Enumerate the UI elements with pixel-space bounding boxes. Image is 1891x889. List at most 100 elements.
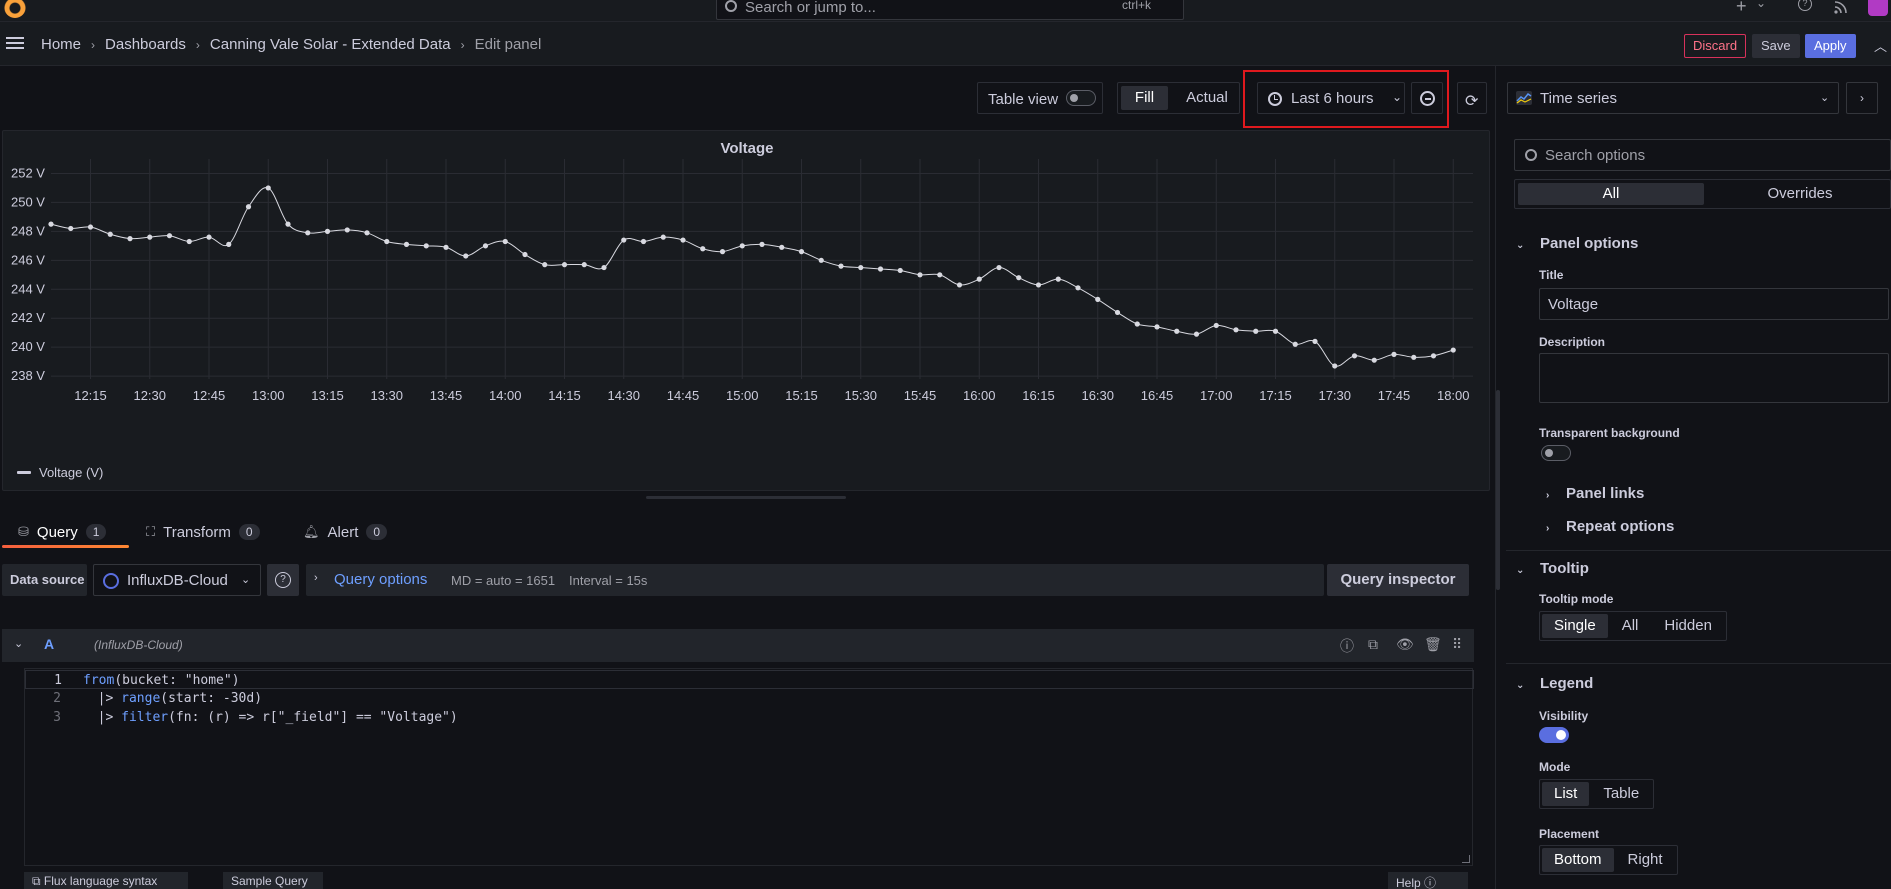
legend-placement-bottom[interactable]: Bottom xyxy=(1542,848,1614,872)
chevron-down-icon[interactable]: ⌄ xyxy=(1756,0,1766,10)
tab-transform[interactable]: ⛶ Transform 0 xyxy=(146,515,260,549)
avatar[interactable] xyxy=(1868,0,1888,16)
data-point xyxy=(838,263,844,269)
repeat-options-header[interactable]: › Repeat options xyxy=(1546,518,1674,535)
chevron-up-icon[interactable]: ︿ xyxy=(1874,36,1887,55)
data-point xyxy=(265,185,271,191)
data-point xyxy=(87,224,94,230)
data-point xyxy=(858,264,864,271)
title-input[interactable]: Voltage xyxy=(1539,288,1889,320)
code-line[interactable]: 2 |> range(start: -30d) xyxy=(25,689,1474,708)
code-text: from(bucket: "home") xyxy=(83,671,240,690)
drag-handle-icon[interactable]: ⠿ xyxy=(1452,636,1462,653)
actual-button[interactable]: Actual xyxy=(1180,86,1234,110)
tooltip-mode-single[interactable]: Single xyxy=(1542,614,1608,638)
grafana-logo-icon[interactable] xyxy=(4,0,26,18)
data-point xyxy=(1411,354,1417,360)
search-input[interactable]: Search or jump to... ctrl+k xyxy=(716,0,1184,20)
visualization-name: Time series xyxy=(1540,90,1617,107)
panel-links-header[interactable]: › Panel links xyxy=(1546,485,1644,502)
chevron-down-icon: ⌄ xyxy=(1516,240,1525,251)
query-datasource: (InfluxDB-Cloud) xyxy=(94,638,183,652)
legend-header[interactable]: ⌄ Legend xyxy=(1516,675,1593,692)
data-point xyxy=(1075,285,1081,291)
data-point xyxy=(403,241,410,247)
query-options[interactable]: › Query options MD = auto = 1651 Interva… xyxy=(306,564,1324,596)
help-icon[interactable]: ⓘ xyxy=(1340,636,1354,656)
data-point xyxy=(186,238,192,245)
breadcrumb-dashboard[interactable]: Canning Vale Solar - Extended Data xyxy=(210,36,451,53)
x-tick-label: 14:30 xyxy=(607,388,640,403)
tooltip-mode-hidden[interactable]: Hidden xyxy=(1652,614,1724,638)
y-tick-label: 238 V xyxy=(11,368,45,383)
duplicate-icon[interactable]: ⧉ xyxy=(1368,636,1378,653)
y-tick-label: 252 V xyxy=(11,165,45,180)
transparent-background-label: Transparent background xyxy=(1539,426,1680,440)
table-view-switch[interactable] xyxy=(1066,90,1096,106)
help-icon[interactable]: ? xyxy=(1798,0,1812,11)
data-point xyxy=(285,221,291,227)
plus-icon[interactable]: + xyxy=(1736,0,1747,17)
query-inspector-button[interactable]: Query inspector xyxy=(1327,564,1469,596)
flux-syntax-link[interactable]: ⧉ Flux language syntax xyxy=(24,872,188,889)
tooltip-mode-all[interactable]: All xyxy=(1610,614,1651,638)
query-code-editor[interactable]: 1 from(bucket: "home") 2 |> range(start:… xyxy=(24,668,1474,866)
rss-icon[interactable] xyxy=(1834,0,1848,14)
description-input[interactable] xyxy=(1539,353,1889,403)
tab-overrides[interactable]: Overrides xyxy=(1710,183,1890,205)
refresh-button[interactable]: ⟳ xyxy=(1457,82,1487,114)
line-number: 3 xyxy=(53,710,61,725)
resize-handle-icon[interactable] xyxy=(1462,855,1470,863)
data-point xyxy=(1193,331,1200,337)
chart-legend[interactable]: Voltage (V) xyxy=(17,465,103,480)
breadcrumb-home[interactable]: Home xyxy=(41,36,81,53)
section-divider xyxy=(1506,663,1891,664)
tab-query-count: 1 xyxy=(85,524,107,540)
help-button[interactable]: Help ⓘ xyxy=(1388,872,1468,889)
x-tick-label: 14:45 xyxy=(667,388,700,403)
voltage-chart[interactable]: 252 V 250 V 248 V 246 V 244 V 242 V 240 V 238 V… xyxy=(3,131,1489,461)
y-tick-label: 248 V xyxy=(11,223,45,238)
save-button[interactable]: Save xyxy=(1752,34,1800,58)
panel-options-header[interactable]: ⌄ Panel options xyxy=(1516,235,1638,252)
menu-icon[interactable] xyxy=(6,37,24,49)
chevron-down-icon[interactable]: ⌄ xyxy=(14,637,23,650)
data-point xyxy=(1312,338,1318,344)
transparent-background-switch[interactable] xyxy=(1541,445,1571,461)
breadcrumb-dashboards[interactable]: Dashboards xyxy=(105,36,186,53)
discard-button[interactable]: Discard xyxy=(1684,34,1747,58)
panel-splitter-handle[interactable] xyxy=(646,496,846,499)
datasource-help-button[interactable]: ? xyxy=(267,564,299,596)
data-point xyxy=(779,244,785,250)
tab-alert[interactable]: 🔔︎ Alert 0 xyxy=(303,515,388,549)
trash-icon[interactable]: 🗑︎ xyxy=(1424,636,1442,653)
legend-visibility-switch[interactable] xyxy=(1539,727,1569,743)
fill-button[interactable]: Fill xyxy=(1121,86,1168,110)
datasource-name: InfluxDB-Cloud xyxy=(127,572,228,589)
legend-mode-table[interactable]: Table xyxy=(1591,782,1651,806)
options-search-input[interactable]: Search options xyxy=(1514,139,1891,171)
sample-query-button[interactable]: Sample Query xyxy=(223,872,323,889)
legend-mode-list[interactable]: List xyxy=(1542,782,1590,806)
query-letter[interactable]: A xyxy=(44,636,54,652)
tooltip-header[interactable]: ⌄ Tooltip xyxy=(1516,560,1589,577)
collapse-options-button[interactable]: › xyxy=(1846,82,1878,114)
code-line[interactable]: 3 |> filter(fn: (r) => r["_field"] == "V… xyxy=(25,708,1474,727)
code-line[interactable]: 1 from(bucket: "home") xyxy=(25,670,1474,689)
tab-query[interactable]: ⛁ Query 1 xyxy=(18,515,107,549)
data-point xyxy=(463,253,469,259)
external-link-icon: ⧉ xyxy=(32,874,44,888)
y-tick-label: 242 V xyxy=(11,310,45,325)
tab-all[interactable]: All xyxy=(1518,183,1704,205)
table-view-toggle[interactable]: Table view xyxy=(977,82,1103,114)
legend-placement-right[interactable]: Right xyxy=(1616,848,1675,872)
scrollbar[interactable] xyxy=(1496,390,1500,590)
data-point xyxy=(245,204,252,210)
chevron-down-icon: ⌄ xyxy=(1516,680,1525,691)
eye-icon[interactable]: 👁︎ xyxy=(1396,636,1414,653)
data-point xyxy=(1253,328,1259,334)
data-point xyxy=(443,244,449,250)
apply-button[interactable]: Apply xyxy=(1805,34,1856,58)
datasource-picker[interactable]: InfluxDB-Cloud ⌄ xyxy=(93,564,261,596)
visualization-picker[interactable]: Time series ⌄ xyxy=(1507,82,1839,114)
